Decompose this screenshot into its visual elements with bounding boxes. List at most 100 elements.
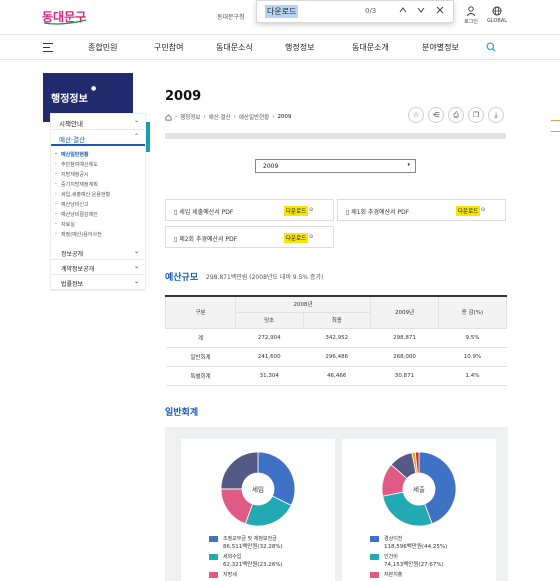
table-cell: 9.5% (438, 328, 507, 348)
util-text[interactable]: 동대문구청 (217, 12, 245, 21)
gnb-item[interactable]: 구민참여 (154, 42, 183, 53)
table-row: 계 272,904 342,952 298,871 9.5% (165, 328, 507, 348)
legend-swatch (209, 554, 218, 560)
breadcrumb-item[interactable]: 예산·결산 (209, 113, 231, 121)
table-cell: 46,466 (303, 366, 371, 386)
page-title: 2009 (165, 89, 202, 104)
print-button[interactable]: ⎙ (448, 107, 464, 123)
sidebar-item[interactable]: 계약정보공개 ⌄ (51, 260, 145, 275)
download-item[interactable]: ▯ 제2회 추경예산서 PDF 다운로드 ⊙ (165, 226, 334, 248)
download-badge[interactable]: 다운로드 (456, 206, 481, 216)
expense-pie-chart: 세출 (381, 451, 457, 527)
breadcrumb-separator: › (233, 114, 236, 120)
income-legend: 조정교부금 및 재정보전금 86,511백만원(32.28%) 세외수입 62,321… (209, 535, 283, 581)
legend-swatch (209, 572, 218, 578)
legend-value: 118,596백만원(44.25%) (384, 544, 448, 550)
menu-icon[interactable] (43, 43, 53, 52)
table-header: 구분 (165, 295, 236, 329)
find-next-button[interactable] (414, 5, 428, 19)
gnb-item[interactable]: 동대문소식 (216, 42, 253, 53)
table-header: 당초 (235, 311, 304, 329)
sidebar-item-label: 법률정보 (61, 281, 84, 288)
legend-value: 86,511백만원(32.28%) (223, 544, 283, 550)
sidebar-subitem[interactable]: 주민참여예산제도 (51, 159, 145, 169)
link-icon: ⊙ (309, 234, 314, 240)
sidebar-subitem[interactable]: 재정(예산)용어사전 (51, 229, 145, 239)
sidebar-subitem[interactable]: 자료실 (51, 219, 145, 229)
breadcrumb-separator: › (272, 114, 275, 120)
sidebar-item[interactable]: 정보공개 ⌄ (51, 245, 145, 260)
page: 동대문구 동대문구청 로그인 GLOBAL 다운로드 0/3 종합민원 구민참여… (0, 0, 560, 581)
find-close-button[interactable] (433, 5, 447, 19)
login-button[interactable]: 로그인 (460, 6, 482, 25)
sidebar-subitem[interactable]: 예산일반현황 (51, 149, 145, 159)
sidebar-subitem[interactable]: 중기지방재정계획 (51, 179, 145, 189)
link-icon: ⊙ (309, 207, 314, 213)
download-label: 세입 세출예산서 PDF (179, 209, 234, 216)
home-icon[interactable] (165, 113, 172, 121)
login-label: 로그인 (464, 19, 478, 25)
year-select[interactable]: 2009 ▾ (255, 159, 416, 173)
legend-item: 자본지출 (370, 571, 447, 578)
breadcrumb-separator: › (175, 114, 178, 120)
copy-button[interactable]: ❐ (468, 107, 484, 123)
sidebar-item-label: 정보공개 (61, 251, 84, 258)
table-header: 증 감(%) (438, 295, 507, 329)
main-nav: 종합민원 구민참여 동대문소식 행정정보 동대문소개 분야별정보 (0, 34, 560, 60)
chevron-down-icon: ⌄ (133, 248, 139, 255)
chevron-down-icon: ⌄ (133, 278, 139, 285)
breadcrumb-item[interactable]: 행정정보 (180, 113, 200, 121)
pie-center-label: 세입 (252, 485, 264, 494)
star-icon: ☆ (412, 111, 420, 119)
download-badge[interactable]: 다운로드 (284, 206, 309, 216)
sidebar-subitem[interactable]: 지방재정공시 (51, 169, 145, 179)
legend-swatch (370, 572, 379, 578)
find-prev-button[interactable] (396, 5, 410, 19)
sidebar-subitem[interactable]: 예산낭비신고 (51, 199, 145, 209)
sidebar-subitem[interactable]: 예산낭비절감제안 (51, 209, 145, 219)
edge-marker (551, 120, 560, 121)
sidebar-item-policy[interactable]: 시책안내 ⌄ (51, 114, 145, 130)
dongdaemun-logo[interactable]: 동대문구 (42, 6, 88, 26)
find-count: 0/3 (365, 7, 377, 15)
legend-swatch (209, 536, 218, 542)
download-item[interactable]: ▯ 제1회 추경예산서 PDF 다운로드 ⊙ (337, 199, 506, 221)
sidebar-item-label: 예산·결산 (59, 136, 85, 144)
download-button[interactable]: ⤓ (488, 107, 504, 123)
search-icon[interactable] (486, 42, 496, 52)
breadcrumb-item[interactable]: 예산일반현황 (239, 113, 269, 121)
caret-down-icon: ▾ (407, 162, 410, 168)
table-cell: 342,952 (303, 328, 371, 348)
gnb-item[interactable]: 행정정보 (285, 42, 314, 53)
budget-section-summary: 298,871백만원 (2008년도 대비 9.5% 증가) (206, 274, 324, 281)
find-input[interactable]: 다운로드 (265, 5, 299, 18)
print-icon: ⎙ (453, 111, 459, 119)
gnb-item[interactable]: 종합민원 (88, 42, 117, 53)
sidebar-item-budget[interactable]: 예산·결산 ⌃ (51, 130, 145, 146)
share-button[interactable]: ⋲ (428, 107, 444, 123)
expense-chart-card: 세출 경상이전 118,596백만원(44.25%) 인건비 74,153백만원(27… (342, 439, 496, 581)
legend-item: 인건비 74,153백만원(27.67%) (370, 553, 447, 568)
download-item[interactable]: ▯ 세입 세출예산서 PDF 다운로드 ⊙ (165, 199, 334, 221)
table-cell: 1.4% (438, 366, 507, 386)
sidebar-accent-bar (146, 122, 150, 152)
gnb-item[interactable]: 동대문소개 (352, 42, 389, 53)
table-cell: 일반회계 (165, 347, 236, 367)
breadcrumb-separator: › (203, 114, 206, 120)
share-icon: ⋲ (432, 111, 440, 119)
favorite-button[interactable]: ☆ (408, 107, 424, 123)
sidebar-menu: 시책안내 ⌄ 예산·결산 ⌃ 예산일반현황주민참여예산제도지방재정공시중기지방재… (50, 113, 146, 291)
gnb-item[interactable]: 분야별정보 (422, 42, 459, 53)
download-badge[interactable]: 다운로드 (284, 233, 309, 243)
close-icon (436, 6, 444, 14)
table-cell: 298,871 (370, 328, 439, 348)
table-cell: 296,486 (303, 347, 371, 367)
chevron-up-icon (399, 7, 407, 13)
breadcrumb-item[interactable]: 2009 (277, 114, 291, 120)
sidebar-item-label: 계약정보공개 (61, 266, 95, 273)
sidebar-subitem[interactable]: 세입,세출예산 운용현황 (51, 189, 145, 199)
income-chart-card: 세입 조정교부금 및 재정보전금 86,511백만원(32.28%) 세외수입 62,… (181, 439, 335, 581)
global-button[interactable]: GLOBAL (486, 6, 508, 25)
sidebar-item[interactable]: 법률정보 ⌄ (51, 275, 145, 290)
pie-center-label: 세출 (413, 485, 425, 494)
